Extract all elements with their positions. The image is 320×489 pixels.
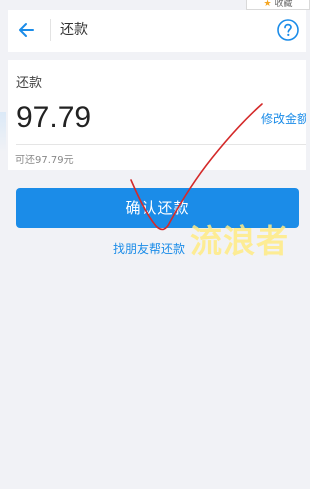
help-icon[interactable] [276, 18, 300, 42]
header-divider [50, 19, 51, 41]
page-title: 还款 [60, 22, 88, 38]
header-bar: 还款 [8, 10, 306, 52]
favorites-badge[interactable]: ★ 收藏 [246, 0, 310, 10]
ask-friend-label: 找朋友帮还款 [113, 242, 186, 256]
watermark: 流浪者 [190, 222, 290, 260]
card-divider [16, 144, 306, 145]
modify-amount-link[interactable]: 修改金额 [261, 110, 306, 127]
screen: ★ 收藏 还款 还款 97.79 修改金额 可还97.79元 确认还款 找朋友帮… [0, 0, 310, 489]
favorites-label: 收藏 [274, 0, 293, 9]
left-edge-shadow [0, 112, 6, 152]
back-arrow-icon[interactable] [16, 19, 38, 41]
repay-label: 还款 [16, 76, 43, 91]
star-icon: ★ [263, 0, 272, 9]
amount-input[interactable]: 97.79 [16, 100, 91, 136]
available-amount-text: 可还97.79元 [15, 155, 74, 166]
